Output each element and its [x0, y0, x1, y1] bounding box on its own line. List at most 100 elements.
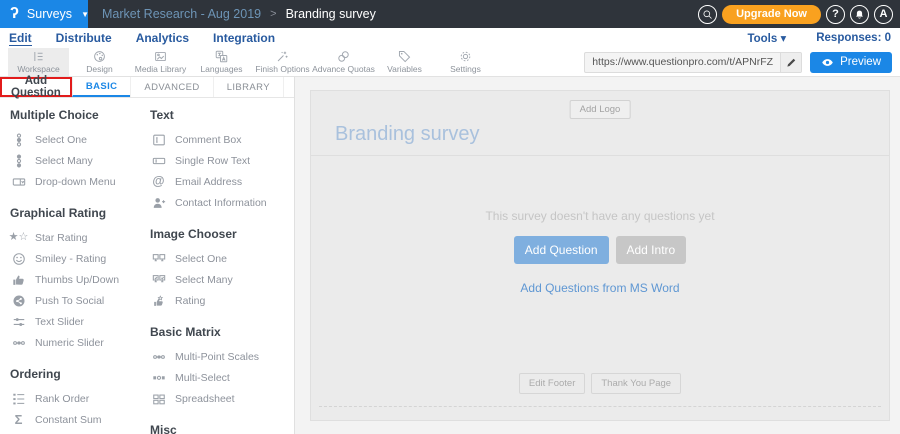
edit-footer-button[interactable]: Edit Footer: [519, 373, 585, 394]
gear-icon: [459, 50, 472, 63]
surveys-menu[interactable]: ʔ Surveys ▼: [0, 0, 88, 28]
toolbar-settings[interactable]: Settings: [435, 48, 496, 76]
survey-title[interactable]: Branding survey: [335, 123, 480, 146]
questionpro-logo-icon: ʔ: [10, 6, 19, 22]
survey-url[interactable]: https://www.questionpro.com/t/APNrFZ: [585, 53, 780, 72]
qtype-rank-order[interactable]: Rank Order: [10, 388, 150, 409]
numeric-slider-icon: [12, 336, 26, 350]
section-title: Image Chooser: [150, 227, 294, 241]
multi-select-icon: [152, 371, 166, 385]
tab-integration[interactable]: Integration: [213, 31, 275, 45]
notifications-button[interactable]: [850, 5, 869, 24]
help-button[interactable]: ?: [826, 5, 845, 24]
qtype-multi-select[interactable]: Multi-Select: [150, 367, 294, 388]
qtype-select-many[interactable]: Select Many: [10, 150, 150, 171]
search-icon: [702, 9, 713, 20]
survey-card: Add Logo Branding survey This survey doe…: [310, 90, 890, 421]
add-question-button[interactable]: Add Question: [514, 236, 609, 264]
responses-count[interactable]: Responses: 0: [816, 32, 891, 44]
empty-survey-message: This survey doesn't have any questions y…: [485, 209, 714, 223]
magic-wand-icon: [276, 50, 289, 63]
add-questions-from-ms-word-link[interactable]: Add Questions from MS Word: [520, 281, 679, 295]
breadcrumb-parent-link[interactable]: Market Research - Aug 2019: [102, 7, 261, 21]
eye-icon: [821, 56, 834, 69]
qtype-dropdown-menu[interactable]: Drop-down Menu: [10, 171, 150, 192]
qtype-drag-and-drop[interactable]: Drag and Drop: [10, 430, 150, 434]
palette-icon: [93, 50, 106, 63]
qtype-email-address[interactable]: @ Email Address: [150, 171, 294, 192]
top-bar: ʔ Surveys ▼ Market Research - Aug 2019 >…: [0, 0, 900, 28]
breadcrumb-current: Branding survey: [286, 7, 376, 21]
survey-toolbar: Workspace Design Media Library Languages…: [0, 48, 900, 77]
section-title: Graphical Rating: [10, 206, 150, 220]
qtype-spreadsheet[interactable]: Spreadsheet: [150, 388, 294, 409]
toolbar-design[interactable]: Design: [69, 48, 130, 76]
top-actions: Upgrade Now ? A: [698, 5, 900, 24]
search-button[interactable]: [698, 5, 717, 24]
qtype-star-rating[interactable]: ★☆ Star Rating: [10, 227, 150, 248]
tab-distribute[interactable]: Distribute: [56, 31, 112, 45]
sigma-icon: Σ: [15, 413, 23, 426]
preview-button[interactable]: Preview: [810, 52, 892, 73]
qtype-contact-information[interactable]: Contact Information: [150, 192, 294, 213]
qtype-single-row-text[interactable]: Single Row Text: [150, 150, 294, 171]
toolbar-workspace[interactable]: Workspace: [8, 48, 69, 76]
toolbar-finish-options[interactable]: Finish Options: [252, 48, 313, 76]
panel-column-1: Multiple Choice Select One Select Many D…: [10, 108, 150, 434]
tab-basic[interactable]: BASIC: [72, 77, 131, 97]
image-select-many-icon: [152, 273, 166, 287]
qtype-select-one[interactable]: Select One: [10, 129, 150, 150]
section-title: Misc: [150, 423, 294, 434]
qtype-smiley-rating[interactable]: Smiley - Rating: [10, 248, 150, 269]
add-intro-button[interactable]: Add Intro: [616, 236, 687, 264]
panel-tabs: BASIC ADVANCED LIBRARY ×: [72, 77, 313, 97]
text-slider-icon: [12, 315, 26, 329]
empty-state-actions: Add Question Add Intro: [514, 236, 686, 264]
tag-icon: [398, 50, 411, 63]
add-question-panel-button[interactable]: Add Question: [0, 77, 72, 97]
account-avatar[interactable]: A: [874, 5, 893, 24]
survey-card-body: This survey doesn't have any questions y…: [311, 156, 889, 420]
section-title: Ordering: [10, 367, 150, 381]
tab-library[interactable]: LIBRARY: [213, 77, 283, 97]
rank-order-icon: [12, 392, 26, 406]
qtype-multi-point-scales[interactable]: Multi-Point Scales: [150, 346, 294, 367]
thank-you-page-button[interactable]: Thank You Page: [591, 373, 681, 394]
survey-url-box: https://www.questionpro.com/t/APNrFZ: [584, 52, 802, 73]
tab-analytics[interactable]: Analytics: [136, 31, 189, 45]
toolbar-languages[interactable]: Languages: [191, 48, 252, 76]
footer-dashed-divider: [319, 406, 881, 407]
qtype-constant-sum[interactable]: Σ Constant Sum: [10, 409, 150, 430]
image-icon: [154, 50, 167, 63]
contact-person-icon: [152, 196, 166, 210]
thumbs-up-icon: [12, 273, 26, 287]
panel-body: Multiple Choice Select One Select Many D…: [0, 98, 294, 434]
section-title: Basic Matrix: [150, 325, 294, 339]
survey-card-header: Add Logo Branding survey: [311, 91, 889, 156]
card-footer-actions: Edit Footer Thank You Page: [311, 373, 889, 394]
tab-edit[interactable]: Edit: [9, 31, 32, 46]
bell-icon: [854, 9, 865, 20]
qtype-image-select-one[interactable]: Select One: [150, 248, 294, 269]
tools-dropdown[interactable]: Tools ▾: [747, 31, 786, 45]
image-select-one-icon: [152, 252, 166, 266]
radio-list-icon: [12, 133, 26, 147]
qtype-push-to-social[interactable]: Push To Social: [10, 290, 150, 311]
tab-advanced[interactable]: ADVANCED: [130, 77, 212, 97]
edit-url-button[interactable]: [780, 53, 801, 72]
translate-icon: [215, 50, 228, 63]
star-rating-icon: ★☆: [9, 232, 29, 243]
qtype-image-select-many[interactable]: Select Many: [150, 269, 294, 290]
toolbar-advance-quotas[interactable]: Advance Quotas: [313, 48, 374, 76]
qtype-text-slider[interactable]: Text Slider: [10, 311, 150, 332]
toolbar-media-library[interactable]: Media Library: [130, 48, 191, 76]
comment-box-icon: [152, 133, 166, 147]
qtype-image-rating[interactable]: Rating: [150, 290, 294, 311]
qtype-comment-box[interactable]: Comment Box: [150, 129, 294, 150]
qtype-thumbs-up-down[interactable]: Thumbs Up/Down: [10, 269, 150, 290]
upgrade-now-button[interactable]: Upgrade Now: [722, 5, 821, 24]
toolbar-variables[interactable]: Variables: [374, 48, 435, 76]
breadcrumb-separator: >: [270, 8, 276, 20]
qtype-numeric-slider[interactable]: Numeric Slider: [10, 332, 150, 353]
add-logo-button[interactable]: Add Logo: [570, 100, 631, 119]
